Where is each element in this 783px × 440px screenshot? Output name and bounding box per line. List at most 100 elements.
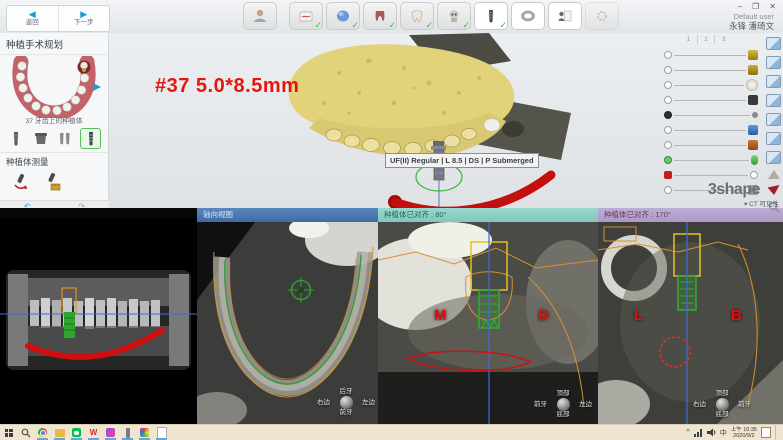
ct-view-row: 轴向视图 种植体已对齐 : 80° 种植体已对齐 : 170° [0,208,783,425]
check-icon: ✓ [351,20,359,31]
planning-sidebar: 种植手术规划 37 牙齿上的种植体 [0,33,109,200]
tab-1[interactable]: 1 [680,35,697,44]
step-scan-alignment[interactable]: ✓ [326,2,360,30]
implant-icon[interactable] [7,129,26,148]
titlebar: ◀ 返回 ▶ 下一步 ✓ ✓ ✓ [0,0,783,33]
visibility-sidebar: 1 2 3 3shape ▾ CT 可见性 [658,33,783,208]
cross-section-mesiodistal[interactable]: M D 顶部 前牙左边 底部 [378,222,598,425]
folder-icon [55,429,65,437]
ct-visibility-dropdown[interactable]: ▾ CT 可见性 [744,198,779,208]
search-icon [21,428,31,438]
minimize-button[interactable]: – [738,2,742,11]
implant-selected-icon[interactable] [80,128,101,149]
document-icon [157,427,167,439]
step-guide-report[interactable] [548,2,582,30]
next-arrow-icon: ▶ [80,10,87,19]
taskbar-clock[interactable]: 上午 10:35 2020/9/2 [731,427,757,439]
taskbar-document[interactable] [153,425,170,440]
view-toggle-icon[interactable] [766,151,781,164]
view-toggle-column [766,37,781,213]
taskbar-wps[interactable]: W [85,425,102,440]
start-button[interactable] [0,425,17,440]
lingual-label: L [634,307,643,324]
abutment-slider[interactable] [664,64,758,76]
drill-slider[interactable] [664,94,758,106]
panoramic-view[interactable] [0,218,197,425]
view-toggle-icon[interactable] [766,37,781,50]
step-tooth-roots[interactable]: ✓ [363,2,397,30]
drill-arc-icon[interactable] [10,171,31,192]
scan-icon [297,8,315,24]
nerve-tool-slider[interactable] [664,169,758,181]
cross-section-2-header: 种植体已对齐 : 170° [598,208,783,222]
tooth-icon [746,79,758,91]
user-name-zh: 永锋 潘琦文 [729,21,774,31]
view-toggle-icon[interactable] [766,56,781,69]
step-sleeve-setup[interactable] [511,2,545,30]
implant-direction-arrow-icon [93,83,101,91]
check-icon: ✓ [425,20,433,31]
view-toggle-icon[interactable] [766,75,781,88]
speaker-icon[interactable] [707,428,716,437]
capsule-slider[interactable] [664,154,758,166]
nerve-ribbon-icon[interactable] [768,185,780,195]
taskbar-chrome[interactable] [34,425,51,440]
show-desktop-button[interactable] [775,425,779,440]
capsule-green-icon [751,155,758,165]
measure-section-title: 种植体测量 [0,152,108,170]
workflow-steps: ✓ ✓ ✓ ✓ ✓ ✓ [243,2,619,30]
implant-copper-slider[interactable] [664,139,758,151]
axial-view[interactable]: 后牙 右边左边 前牙 [197,222,378,425]
tooth-slider[interactable] [664,79,758,91]
step-surface-scans[interactable]: ✓ [289,2,323,30]
step-crown-setup[interactable]: ✓ [400,2,434,30]
cross-section-buccolingual[interactable]: L B 顶部 右边前牙 底部 [598,222,783,425]
crown-slider[interactable] [664,49,758,61]
implant-blue-icon [748,125,758,135]
back-button[interactable]: ◀ 返回 [7,6,58,31]
implant-size-annotation: #37 5.0*8.5mm [155,75,299,98]
implant-icon-row [0,126,108,151]
next-button[interactable]: ▶ 下一步 [58,6,110,31]
dental-arch-thumbnail[interactable] [5,56,103,118]
implant-blue-slider[interactable] [664,124,758,136]
next-label: 下一步 [74,19,94,27]
step-finalize [585,2,619,30]
implant-copper-icon [748,140,758,150]
taskbar-search-button[interactable] [17,425,34,440]
patient-icon [251,8,269,24]
model-icon[interactable] [768,170,780,179]
step-cbct-scan[interactable]: ✓ [437,2,471,30]
3shape-logo: 3shape [708,181,760,199]
tray-chevron-icon[interactable]: ^ [686,429,689,436]
drill-ruler-icon[interactable] [41,171,62,192]
abutment-icon[interactable] [31,129,50,148]
view-toggle-icon[interactable] [766,132,781,145]
view-toggle-icon[interactable] [766,94,781,107]
bone-slider[interactable] [664,109,758,121]
network-icon[interactable] [694,428,703,437]
windows-taskbar: W ^ 中 上午 10:35 2020/9/2 [0,424,783,440]
gear-icon [593,8,611,24]
tab-2[interactable]: 2 [697,35,715,44]
taskbar-paint-app[interactable] [102,425,119,440]
step-implant-planning[interactable]: ✓ [474,2,508,30]
view-toggle-icon[interactable] [766,113,781,126]
maximize-button[interactable]: ❐ [752,2,759,11]
step-patient-info[interactable] [243,2,277,30]
tab-3[interactable]: 3 [714,35,732,44]
ime-indicator[interactable]: 中 [720,428,727,438]
taskbar-implant-studio[interactable] [119,425,136,440]
measure-tools [0,170,108,193]
taskbar-photos[interactable] [136,425,153,440]
close-button[interactable]: ✕ [769,2,776,11]
user-info: Default user 永锋 潘琦文 [729,12,774,31]
skull-icon [445,8,463,24]
taskbar-line[interactable] [68,425,85,440]
taskbar-explorer[interactable] [51,425,68,440]
notification-center-icon[interactable] [761,427,771,438]
crown-icon [408,8,426,24]
report-icon [556,8,574,24]
implant-pair-icon[interactable] [56,129,75,148]
check-icon: ✓ [388,20,396,31]
